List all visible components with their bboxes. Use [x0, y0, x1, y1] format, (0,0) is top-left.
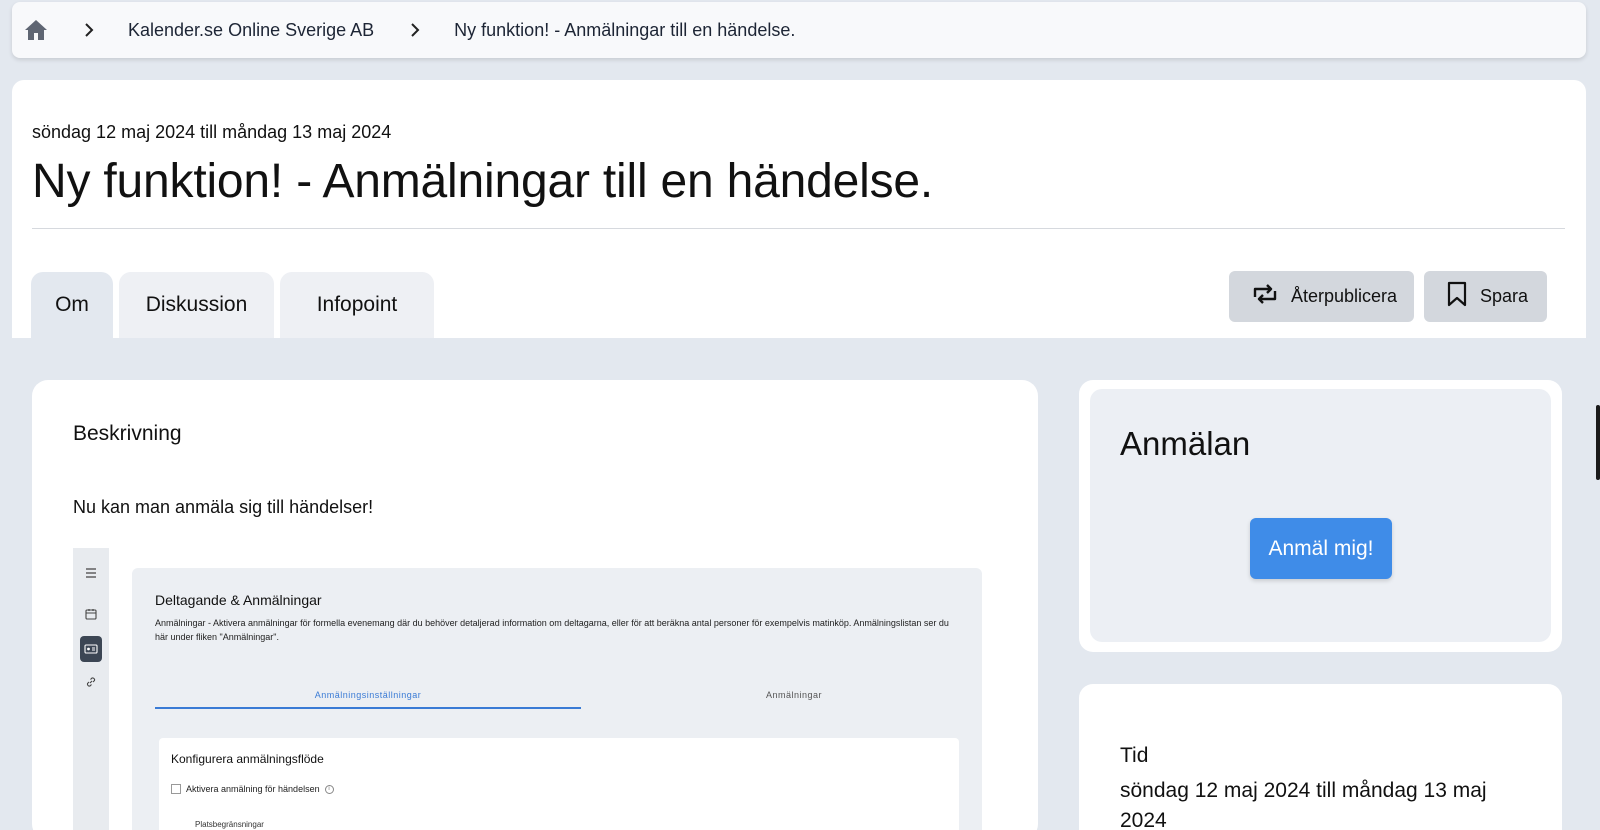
tab-infopoint[interactable]: Infopoint	[280, 272, 434, 338]
page-title: Ny funktion! - Anmälningar till en hände…	[32, 155, 934, 208]
tab-diskussion[interactable]: Diskussion	[119, 272, 274, 338]
chevron-right-icon	[84, 21, 102, 39]
breadcrumb-item-organization[interactable]: Kalender.se Online Sverige AB	[128, 20, 374, 41]
description-card: Beskrivning Nu kan man anmäla sig till h…	[32, 380, 1038, 830]
link-icon	[81, 672, 101, 692]
event-date-range: söndag 12 maj 2024 till måndag 13 maj 20…	[32, 122, 392, 142]
event-header: söndag 12 maj 2024 till måndag 13 maj 20…	[12, 80, 1586, 338]
divider	[32, 228, 1565, 229]
id-card-icon	[80, 636, 102, 662]
embedded-tab-indicator	[155, 707, 581, 709]
time-label: Tid	[1120, 744, 1149, 767]
save-button[interactable]: Spara	[1424, 271, 1547, 322]
embedded-sub-label: Platsbegränsningar	[195, 820, 264, 829]
embedded-tab-settings: Anmälningsinställningar	[314, 690, 422, 700]
bookmark-icon	[1446, 281, 1468, 312]
chevron-right-icon	[410, 21, 428, 39]
description-heading: Beskrivning	[73, 422, 182, 445]
embedded-config-box: Konfigurera anmälningsflöde Aktivera anm…	[159, 738, 959, 830]
embedded-tab-signups: Anmälningar	[765, 690, 823, 700]
time-card: Tid söndag 12 maj 2024 till måndag 13 ma…	[1079, 684, 1562, 830]
description-text: Nu kan man anmäla sig till händelser!	[73, 497, 374, 517]
info-icon: i	[324, 784, 334, 794]
save-label: Spara	[1480, 286, 1529, 306]
embedded-checkbox-label: Aktivera anmälning för händelsen	[186, 784, 320, 794]
time-value: söndag 12 maj 2024 till måndag 13 maj 20…	[1120, 779, 1487, 830]
breadcrumb-item-event[interactable]: Ny funktion! - Anmälningar till en hände…	[454, 20, 795, 41]
embedded-sidebar	[73, 548, 109, 830]
tab-om[interactable]: Om	[31, 272, 113, 338]
embedded-screenshot: Deltagande & Anmälningar Anmälningar - A…	[73, 548, 983, 830]
embedded-title: Deltagande & Anmälningar	[155, 592, 322, 608]
embedded-checkbox-row: Aktivera anmälning för händelsen i	[171, 784, 334, 794]
signup-card: Anmälan Anmäl mig!	[1079, 380, 1562, 652]
signup-title: Anmälan	[1120, 425, 1251, 462]
embedded-checkbox	[171, 784, 181, 794]
signup-panel: Anmälan Anmäl mig!	[1090, 389, 1551, 642]
calendar-icon	[81, 604, 101, 624]
signup-button[interactable]: Anmäl mig!	[1250, 518, 1392, 579]
home-icon[interactable]	[24, 18, 48, 42]
embedded-config-title: Konfigurera anmälningsflöde	[171, 752, 324, 766]
repost-icon	[1251, 283, 1279, 310]
menu-icon	[81, 563, 101, 583]
republish-button[interactable]: Återpublicera	[1229, 271, 1414, 322]
embedded-panel: Deltagande & Anmälningar Anmälningar - A…	[132, 568, 982, 830]
embedded-description: Anmälningar - Aktivera anmälningar för f…	[155, 618, 949, 642]
scrollbar-thumb[interactable]	[1596, 405, 1600, 480]
breadcrumb: Kalender.se Online Sverige AB Ny funktio…	[12, 2, 1586, 58]
republish-label: Återpublicera	[1291, 286, 1398, 306]
